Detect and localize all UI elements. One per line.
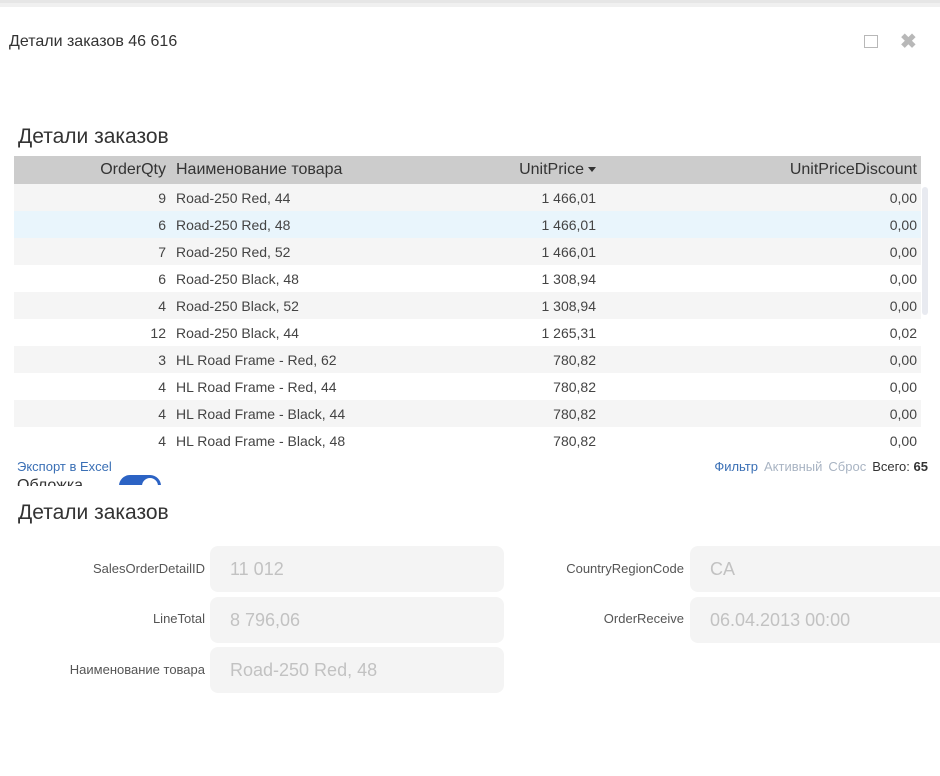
order-details-dialog: Детали заказов 46 616 ✖ Детали заказов O… <box>0 0 940 776</box>
column-header-product-name[interactable]: Наименование товара <box>170 161 460 179</box>
cell-product-name: HL Road Frame - Black, 48 <box>176 432 346 449</box>
export-excel-link[interactable]: Экспорт в Excel <box>17 459 112 474</box>
table-row[interactable]: 4 Road-250 Black, 52 1 308,94 0,00 <box>14 292 921 319</box>
cell-product-name: HL Road Frame - Black, 44 <box>176 405 346 422</box>
table-row[interactable]: 4 HL Road Frame - Red, 44 780,82 0,00 <box>14 373 921 400</box>
cell-unitpricediscount: 0,00 <box>889 351 917 368</box>
line-total-label: LineTotal <box>152 611 205 626</box>
country-region-code-field[interactable]: CA <box>690 546 940 592</box>
grid-section-title: Детали заказов <box>18 125 169 148</box>
sales-order-detail-id-field[interactable]: 11 012 <box>210 546 504 592</box>
product-name-label: Наименование товара <box>69 662 205 677</box>
sort-desc-icon <box>588 167 596 173</box>
line-total-field[interactable]: 8 796,06 <box>210 597 504 643</box>
order-receive-field[interactable]: 06.04.2013 00:00 <box>690 597 940 643</box>
table-row[interactable]: 6 Road-250 Black, 48 1 308,94 0,00 <box>14 265 921 292</box>
cell-unitpricediscount: 0,00 <box>889 432 917 449</box>
cell-product-name: Road-250 Black, 44 <box>176 324 299 341</box>
column-header-orderqty[interactable]: OrderQty <box>14 161 170 179</box>
total-count: Всего: 65 <box>872 459 928 474</box>
table-row[interactable]: 3 HL Road Frame - Red, 62 780,82 0,00 <box>14 346 921 373</box>
detail-section-title: Детали заказов <box>18 501 169 524</box>
cell-unitpricediscount: 0,00 <box>889 378 917 395</box>
cell-unitpricediscount: 0,00 <box>889 243 917 260</box>
cell-unitprice: 780,82 <box>553 405 596 422</box>
active-link[interactable]: Активный <box>764 459 822 474</box>
cell-orderqty: 4 <box>158 378 166 395</box>
table-row[interactable]: 12 Road-250 Black, 44 1 265,31 0,02 <box>14 319 921 346</box>
cell-orderqty: 4 <box>158 432 166 449</box>
cell-product-name: Road-250 Black, 52 <box>176 297 299 314</box>
cell-product-name: HL Road Frame - Red, 44 <box>176 378 337 395</box>
table-row[interactable]: 9 Road-250 Red, 44 1 466,01 0,00 <box>14 184 921 211</box>
cell-orderqty: 4 <box>158 297 166 314</box>
cell-unitprice: 780,82 <box>553 351 596 368</box>
cell-orderqty: 3 <box>158 351 166 368</box>
cell-unitprice: 1 466,01 <box>541 216 597 233</box>
sales-order-detail-id-label: SalesOrderDetailID <box>93 561 205 576</box>
column-header-unitpricediscount[interactable]: UnitPriceDiscount <box>600 161 921 179</box>
grid-footer-controls: Фильтр Активный Сброс Всего: 65 <box>714 459 928 474</box>
cell-unitprice: 1 265,31 <box>541 324 597 341</box>
cell-unitpricediscount: 0,00 <box>889 189 917 206</box>
cell-orderqty: 9 <box>158 189 166 206</box>
table-row[interactable]: 6 Road-250 Red, 48 1 466,01 0,00 <box>14 211 921 238</box>
cell-product-name: Road-250 Red, 52 <box>176 243 291 260</box>
cover-toggle[interactable] <box>119 475 161 485</box>
product-name-field[interactable]: Road-250 Red, 48 <box>210 647 504 693</box>
grid-header: OrderQty Наименование товара UnitPrice U… <box>14 156 921 184</box>
dialog-title: Детали заказов 46 616 <box>9 33 178 50</box>
unitprice-header-label: UnitPrice <box>519 161 584 178</box>
total-label: Всего: <box>872 459 910 474</box>
toggle-label: Обложка <box>17 477 84 486</box>
cell-product-name: Road-250 Black, 48 <box>176 270 299 287</box>
grid-body: 9 Road-250 Red, 44 1 466,01 0,00 6 Road-250 R… <box>14 184 921 454</box>
column-header-unitprice[interactable]: UnitPrice <box>460 161 600 179</box>
table-row[interactable]: 7 Road-250 Red, 52 1 466,01 0,00 <box>14 238 921 265</box>
cell-unitpricediscount: 0,00 <box>889 216 917 233</box>
cell-unitpricediscount: 0,00 <box>889 270 917 287</box>
table-row[interactable]: 4 HL Road Frame - Black, 48 780,82 0,00 <box>14 427 921 454</box>
close-icon[interactable]: ✖ <box>900 32 917 52</box>
table-row[interactable]: 4 HL Road Frame - Black, 44 780,82 0,00 <box>14 400 921 427</box>
cell-unitprice: 780,82 <box>553 432 596 449</box>
cell-product-name: Road-250 Red, 48 <box>176 216 291 233</box>
top-strip <box>0 3 940 7</box>
cell-orderqty: 7 <box>158 243 166 260</box>
country-region-code-label: CountryRegionCode <box>566 561 684 576</box>
grid-scrollbar[interactable] <box>922 187 928 315</box>
total-value: 65 <box>913 459 928 474</box>
order-details-grid: OrderQty Наименование товара UnitPrice U… <box>14 156 921 454</box>
cell-unitpricediscount: 0,00 <box>889 405 917 422</box>
cell-orderqty: 6 <box>158 270 166 287</box>
order-receive-label: OrderReceive <box>603 611 684 626</box>
cell-unitprice: 780,82 <box>553 378 596 395</box>
cell-unitprice: 1 308,94 <box>541 270 597 287</box>
cell-orderqty: 12 <box>150 324 166 341</box>
filter-link[interactable]: Фильтр <box>714 459 758 474</box>
maximize-icon[interactable] <box>863 34 879 50</box>
reset-link[interactable]: Сброс <box>828 459 866 474</box>
cell-unitprice: 1 466,01 <box>541 243 597 260</box>
cell-orderqty: 6 <box>158 216 166 233</box>
cell-unitprice: 1 308,94 <box>541 297 597 314</box>
cell-orderqty: 4 <box>158 405 166 422</box>
cell-unitprice: 1 466,01 <box>541 189 597 206</box>
cell-unitpricediscount: 0,00 <box>889 297 917 314</box>
cell-product-name: Road-250 Red, 44 <box>176 189 291 206</box>
cell-unitpricediscount: 0,02 <box>889 324 917 341</box>
cell-product-name: HL Road Frame - Red, 62 <box>176 351 337 368</box>
